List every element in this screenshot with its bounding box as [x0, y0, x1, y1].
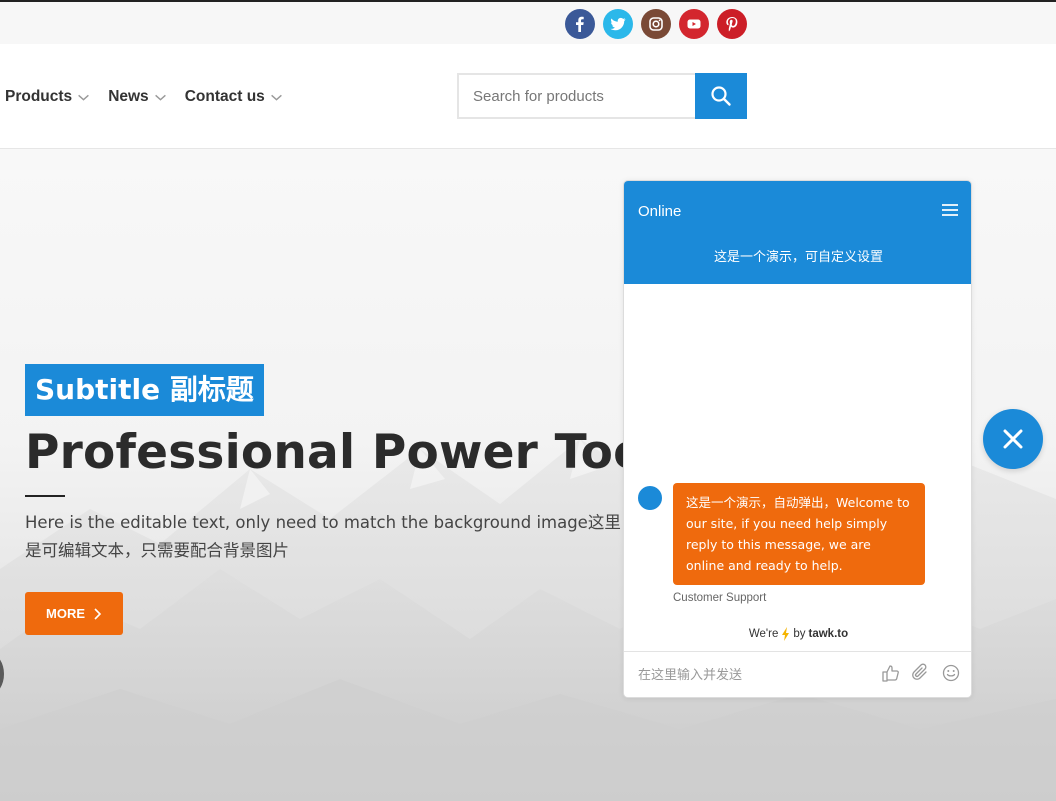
search-button[interactable] — [695, 73, 747, 119]
search-form — [457, 73, 747, 119]
chat-input-actions — [881, 663, 961, 683]
nav-item-products[interactable]: Products — [5, 88, 90, 106]
twitter-icon[interactable] — [603, 9, 633, 39]
search-input[interactable] — [457, 73, 695, 119]
powered-by-word: by — [793, 628, 806, 640]
hero-divider — [25, 495, 65, 497]
social-links — [565, 9, 747, 39]
youtube-icon[interactable] — [679, 9, 709, 39]
chevron-down-icon — [270, 94, 282, 101]
chat-message-input[interactable] — [638, 668, 868, 683]
chat-widget: Online 这是一个演示，可自定义设置 这是一个演示，自动弹出，Welcome… — [623, 180, 972, 698]
hero-description: Here is the editable text, only need to … — [25, 513, 621, 560]
instagram-icon[interactable] — [641, 9, 671, 39]
chat-input-bar — [624, 651, 971, 697]
nav-item-label: Products — [5, 88, 73, 105]
hero-title: Professional Power Tool — [25, 425, 662, 480]
more-button[interactable]: MORE — [25, 592, 123, 635]
chevron-right-icon — [94, 607, 102, 620]
nav-item-label: News — [108, 88, 149, 105]
powered-brand: tawk.to — [808, 628, 849, 640]
pinterest-icon[interactable] — [717, 9, 747, 39]
chat-message-author: Customer Support — [673, 592, 767, 604]
chat-close-button[interactable] — [983, 409, 1043, 469]
chat-subtitle: 这是一个演示，可自定义设置 — [713, 250, 883, 265]
main-nav: Products News Contact us — [5, 88, 283, 106]
chat-header: Online 这是一个演示，可自定义设置 — [624, 181, 971, 284]
facebook-icon[interactable] — [565, 9, 595, 39]
thumbs-up-icon[interactable] — [881, 663, 901, 683]
chevron-down-icon — [78, 94, 90, 101]
paperclip-icon[interactable] — [911, 663, 931, 683]
nav-item-news[interactable]: News — [108, 88, 167, 106]
powered-by[interactable]: We're by tawk.to — [624, 627, 971, 641]
more-button-label: MORE — [46, 606, 85, 621]
emoji-icon[interactable] — [941, 663, 961, 683]
top-social-bar — [0, 0, 1056, 44]
site-header: Products News Contact us — [0, 44, 1056, 149]
menu-icon[interactable] — [941, 203, 959, 217]
hero-subtitle: Subtitle 副标题 — [25, 364, 264, 416]
nav-item-contact-us[interactable]: Contact us — [185, 88, 283, 106]
nav-item-label: Contact us — [184, 88, 265, 105]
lightning-icon — [782, 627, 790, 641]
powered-prefix: We're — [748, 628, 779, 640]
chat-status: Online — [638, 203, 682, 220]
chevron-down-icon — [154, 94, 166, 101]
search-icon — [711, 86, 731, 106]
chat-message: 这是一个演示，自动弹出，Welcome to our site, if you … — [673, 483, 925, 585]
close-icon — [1003, 429, 1023, 449]
avatar — [636, 484, 664, 512]
